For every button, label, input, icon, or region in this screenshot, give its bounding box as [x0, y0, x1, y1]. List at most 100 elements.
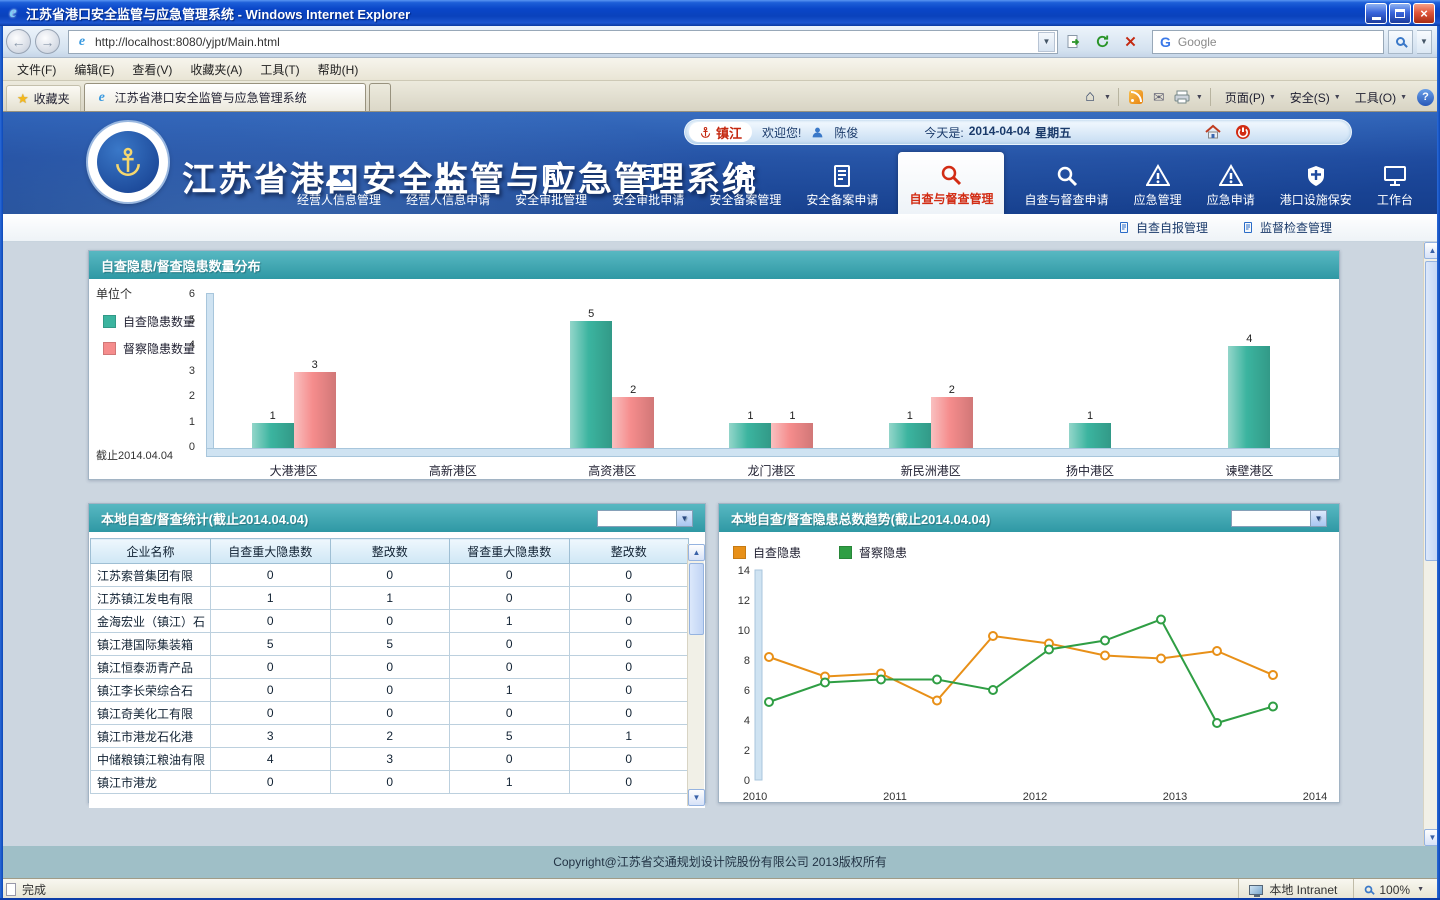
shield-icon — [1304, 162, 1328, 188]
mail-icon[interactable]: ✉ — [1149, 87, 1169, 107]
nav-item[interactable]: 经营人信息管理 — [292, 158, 386, 214]
table-cell: 0 — [569, 564, 689, 587]
stop-icon[interactable] — [1118, 30, 1142, 54]
column-header: 整改数 — [330, 539, 450, 564]
browser-viewport: 江苏省港口安全监管与应急管理系统 镇江 欢迎您! 陈俊 今天是: 2014-04… — [0, 112, 1440, 878]
table-scrollbar[interactable]: ▲ ▼ — [687, 544, 704, 806]
table-cell: 2 — [330, 725, 450, 748]
home-shortcut-icon[interactable] — [1205, 124, 1221, 140]
table-cell: 1 — [211, 587, 331, 610]
anchor-icon — [699, 126, 712, 139]
search-input[interactable]: Google — [1178, 35, 1376, 49]
table-cell: 0 — [211, 702, 331, 725]
menu-item[interactable]: 编辑(E) — [65, 58, 123, 81]
trend-filter-select[interactable]: ▼ — [1231, 510, 1327, 527]
browser-tab[interactable]: e 江苏省港口安全监管与应急管理系统 — [84, 83, 366, 111]
warning-icon — [1219, 162, 1243, 188]
refresh-icon[interactable] — [1090, 30, 1114, 54]
rss-icon[interactable] — [1126, 87, 1146, 107]
menu-item[interactable]: 查看(V) — [123, 58, 181, 81]
restore-button[interactable] — [1389, 3, 1411, 24]
table-row[interactable]: 镇江李长荣综合石0010 — [91, 679, 689, 702]
close-button[interactable]: × — [1413, 3, 1435, 24]
svg-text:6: 6 — [744, 685, 750, 697]
nav-item[interactable]: 安全备案管理 — [704, 158, 786, 214]
address-url[interactable]: http://localhost:8080/yjpt/Main.html — [95, 35, 1033, 49]
menu-item[interactable]: 收藏夹(A) — [181, 58, 251, 81]
logout-icon[interactable] — [1235, 124, 1251, 140]
nav-item-label: 自查与督查管理 — [909, 190, 993, 207]
y-tick-label: 2 — [189, 390, 195, 402]
app-header: 江苏省港口安全监管与应急管理系统 镇江 欢迎您! 陈俊 今天是: 2014-04… — [0, 112, 1440, 214]
table-row[interactable]: 金海宏业（镇江）石0010 — [91, 610, 689, 633]
favorites-button[interactable]: ★ 收藏夹 — [6, 85, 81, 111]
warning-icon — [1146, 162, 1170, 188]
menu-item[interactable]: 帮助(H) — [309, 58, 368, 81]
table-cell: 4 — [211, 748, 331, 771]
bar-groups: 1352111214 — [214, 295, 1329, 448]
nav-item[interactable]: 自查与督查申请 — [1020, 158, 1114, 214]
table-row[interactable]: 镇江市港龙0010 — [91, 771, 689, 794]
subnav-item[interactable]: 自查自报管理 — [1118, 219, 1208, 236]
search-icon[interactable] — [1388, 30, 1413, 54]
search-options-dropdown-icon[interactable]: ▼ — [1417, 30, 1432, 54]
scroll-down-icon[interactable]: ▼ — [688, 789, 705, 806]
table-row[interactable]: 镇江奇美化工有限0000 — [91, 702, 689, 725]
table-cell: 5 — [450, 725, 570, 748]
sub-nav: 自查自报管理 监督检查管理 — [0, 214, 1440, 242]
nav-item[interactable]: 工作台 — [1372, 158, 1418, 214]
table-row[interactable]: 镇江恒泰沥青产品0000 — [91, 656, 689, 679]
nav-item[interactable]: 安全审批管理 — [510, 158, 592, 214]
forward-button[interactable]: → — [35, 29, 60, 54]
bar — [729, 423, 771, 449]
doc-icon — [539, 162, 563, 188]
table-cell: 0 — [569, 633, 689, 656]
toolbar-button[interactable]: 工具(O) ▼ — [1348, 85, 1414, 109]
nav-item[interactable]: 经营人信息申请 — [401, 158, 495, 214]
toolbar-button[interactable]: 安全(S) ▼ — [1283, 85, 1348, 109]
address-bar[interactable]: e http://localhost:8080/yjpt/Main.html ▼ — [68, 30, 1058, 54]
address-dropdown-icon[interactable]: ▼ — [1038, 32, 1055, 52]
stats-table: 企业名称自查重大隐患数整改数督查重大隐患数整改数 江苏索普集团有限0000江苏镇… — [90, 538, 689, 794]
nav-item[interactable]: 港口设施保安 — [1275, 158, 1357, 214]
table-row[interactable]: 江苏索普集团有限0000 — [91, 564, 689, 587]
back-button[interactable]: ← — [6, 29, 31, 54]
table-cell: 5 — [330, 633, 450, 656]
bar-category-label: 龙门港区 — [692, 462, 851, 479]
table-row[interactable]: 镇江港国际集装箱5500 — [91, 633, 689, 656]
stats-filter-select[interactable]: ▼ — [597, 510, 693, 527]
menu-item[interactable]: 文件(F) — [8, 58, 65, 81]
new-tab-stub[interactable] — [369, 83, 391, 111]
table-row[interactable]: 镇江市港龙石化港3251 — [91, 725, 689, 748]
minimize-button[interactable] — [1365, 3, 1387, 24]
home-icon[interactable]: ⌂ — [1080, 87, 1100, 107]
table-row[interactable]: 中储粮镇江粮油有限4300 — [91, 748, 689, 771]
menu-item[interactable]: 工具(T) — [251, 58, 308, 81]
y-tick-label: 0 — [189, 441, 195, 453]
search-box[interactable]: G Google — [1152, 30, 1384, 54]
table-cell: 0 — [569, 656, 689, 679]
print-icon[interactable] — [1172, 87, 1192, 107]
bar-group: 52 — [533, 295, 692, 448]
table-cell: 0 — [330, 610, 450, 633]
zoom-control[interactable]: 100% ▼ — [1353, 879, 1434, 900]
nav-item[interactable]: 应急管理 — [1129, 158, 1187, 214]
user-icon — [811, 126, 824, 139]
scroll-up-icon[interactable]: ▲ — [688, 544, 705, 561]
table-row[interactable]: 江苏镇江发电有限1100 — [91, 587, 689, 610]
nav-item[interactable]: 应急申请 — [1202, 158, 1260, 214]
star-icon: ★ — [17, 91, 29, 107]
toolbar-button[interactable]: 页面(P) ▼ — [1218, 85, 1283, 109]
svg-text:14: 14 — [738, 565, 750, 577]
nav-item[interactable]: 自查与督查管理 — [898, 152, 1004, 214]
go-icon[interactable] — [1062, 30, 1086, 54]
nav-item[interactable]: 安全备案申请 — [801, 158, 883, 214]
svg-text:2012: 2012 — [1023, 791, 1047, 802]
table-cell: 0 — [569, 610, 689, 633]
scrollbar-thumb[interactable] — [689, 563, 704, 635]
people-icon — [323, 162, 355, 188]
subnav-item[interactable]: 监督检查管理 — [1242, 219, 1332, 236]
window-border — [0, 26, 3, 900]
nav-item[interactable]: 安全审批申请 — [607, 158, 689, 214]
help-icon[interactable]: ? — [1417, 89, 1434, 106]
